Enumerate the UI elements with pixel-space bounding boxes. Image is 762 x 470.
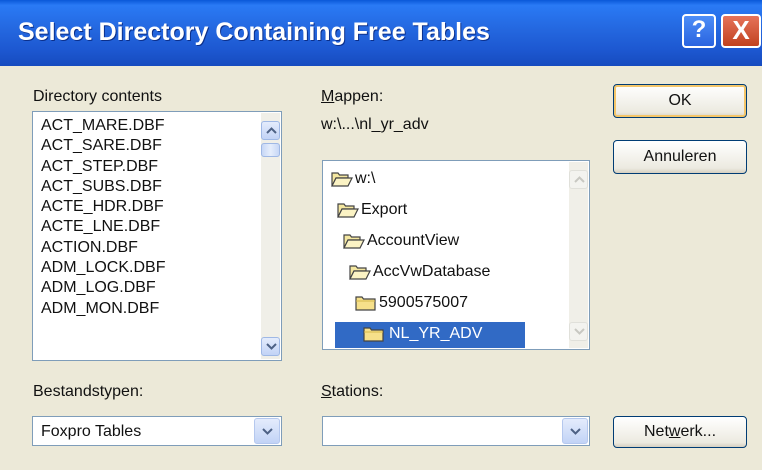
file-list-item[interactable]: ACT_SARE.DBF [41, 136, 165, 156]
folder-closed-icon [363, 325, 385, 342]
scroll-down-button[interactable] [261, 337, 280, 356]
cancel-button[interactable]: Annuleren [613, 140, 747, 174]
scroll-thumb[interactable] [261, 143, 280, 157]
drives-dropdown-button[interactable] [562, 418, 588, 444]
network-button[interactable]: Netwerk... [613, 416, 747, 448]
folder-open-icon [337, 201, 359, 218]
current-path: w:\...\nl_yr_adv [321, 116, 429, 133]
folder-tree-label: AccVwDatabase [373, 263, 491, 280]
drives-select[interactable] [322, 416, 590, 446]
scroll-up-button[interactable] [261, 121, 280, 140]
directory-contents-label: Directory contents [33, 88, 162, 105]
help-button[interactable]: ? [682, 14, 716, 48]
file-list-scrollbar[interactable] [261, 113, 280, 359]
tree-scroll-down-button [569, 322, 588, 341]
network-label: Netwerk... [643, 423, 717, 440]
file-list-item[interactable]: ACTE_HDR.DBF [41, 197, 165, 217]
chevron-up-icon [574, 176, 585, 183]
file-types-value: Foxpro Tables [41, 423, 142, 440]
folder-tree-scrollbar[interactable] [569, 162, 588, 348]
chevron-down-icon [266, 343, 277, 350]
file-list-item[interactable]: ADM_LOG.DBF [41, 278, 165, 298]
directory-contents-list[interactable]: ACT_MARE.DBF ACT_SARE.DBF ACT_STEP.DBF ACT_… [32, 111, 282, 361]
folder-open-icon [331, 170, 353, 187]
folder-open-icon [349, 263, 371, 280]
chevron-down-icon [262, 428, 273, 435]
file-list-item[interactable]: ACT_STEP.DBF [41, 157, 165, 177]
file-list-item[interactable]: ADM_LOCK.DBF [41, 258, 165, 278]
folder-tree-label: Export [361, 201, 408, 218]
close-button[interactable]: X [721, 14, 761, 48]
ok-button[interactable]: OK [613, 84, 747, 118]
title-bar[interactable]: Select Directory Containing Free Tables … [0, 0, 762, 66]
help-icon: ? [691, 16, 707, 43]
folder-tree-label: NL_YR_ADV [389, 325, 483, 342]
file-types-label: Bestandstypen: [33, 383, 144, 400]
folder-tree[interactable]: w:\ Export AccountView AccVwDatabase 5900575… [322, 160, 590, 350]
tree-scroll-up-button [569, 170, 588, 189]
folder-tree-node[interactable]: NL_YR_ADV [335, 322, 525, 348]
file-list-item[interactable]: ACT_MARE.DBF [41, 116, 165, 136]
folder-open-icon [343, 232, 365, 249]
file-types-dropdown-button[interactable] [254, 418, 280, 444]
file-types-select[interactable]: Foxpro Tables [32, 416, 282, 446]
folder-tree-label: 5900575007 [379, 294, 468, 311]
folders-label-text: appen: [334, 88, 384, 105]
drives-label: Stations: [321, 383, 384, 400]
close-icon: X [732, 15, 750, 45]
drives-label-text: tations: [331, 383, 384, 400]
file-list-item[interactable]: ACTION.DBF [41, 238, 165, 258]
folder-tree-label: AccountView [367, 232, 460, 249]
file-list-item[interactable]: ACTE_LNE.DBF [41, 217, 165, 237]
chevron-down-icon [574, 328, 585, 335]
chevron-down-icon [570, 428, 581, 435]
window-title: Select Directory Containing Free Tables [18, 18, 490, 46]
chevron-up-icon [266, 127, 277, 134]
file-list: ACT_MARE.DBF ACT_SARE.DBF ACT_STEP.DBF ACT_… [41, 116, 165, 319]
folders-label: Mappen: [321, 88, 384, 105]
file-list-item[interactable]: ACT_SUBS.DBF [41, 177, 165, 197]
file-list-item[interactable]: ADM_MON.DBF [41, 299, 165, 319]
dialog-window: Select Directory Containing Free Tables … [0, 0, 762, 470]
folder-tree-label: w:\ [355, 170, 376, 187]
folder-closed-icon [355, 294, 377, 311]
